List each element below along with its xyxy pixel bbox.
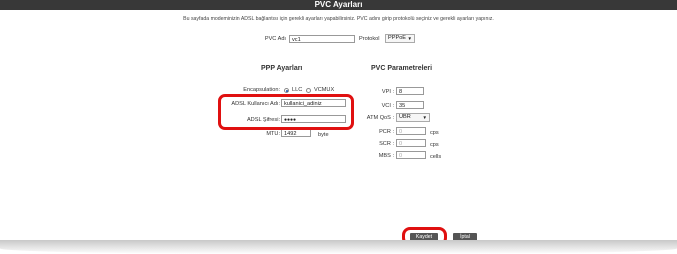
pcr-input[interactable]: 0 [396, 127, 426, 135]
vcmux-radio[interactable] [306, 88, 311, 93]
scr-label: SCR : [379, 141, 394, 147]
protocol-select[interactable]: PPPoE ▼ [385, 34, 415, 43]
pvc-name-label: PVC Adı [264, 36, 286, 42]
protocol-label: Protokol [359, 36, 380, 42]
pvc-parameters-heading: PVC Parametreleri [371, 65, 433, 72]
llc-radio[interactable] [284, 88, 289, 93]
encapsulation-label: Encapsulation: [243, 87, 280, 93]
vpi-input[interactable]: 8 [396, 87, 424, 95]
mtu-unit: byte [318, 132, 329, 138]
pcr-unit: cps [430, 130, 439, 136]
scr-input[interactable]: 0 [396, 139, 426, 147]
ppp-settings-heading: PPP Ayarları [261, 65, 303, 72]
vpi-label: VPI : [381, 89, 394, 95]
mbs-input[interactable]: 0 [396, 151, 426, 159]
mbs-unit: cells [430, 154, 442, 160]
atm-qos-label: ATM QoS : [366, 115, 394, 121]
atm-qos-selected-value: UBR [399, 114, 411, 120]
pcr-label: PCR : [379, 129, 394, 135]
vci-input[interactable]: 35 [396, 101, 424, 109]
protocol-selected-value: PPPoE [388, 35, 407, 41]
vci-label: VCI : [381, 103, 394, 109]
atm-qos-select[interactable]: UBR ▼ [396, 113, 430, 122]
chevron-down-icon: ▼ [422, 115, 427, 120]
panel-shadow [0, 240, 677, 254]
settings-panel: PVC Ayarları Bu sayfada modeminizin ADSL… [0, 0, 677, 248]
credentials-highlight [218, 94, 354, 130]
llc-radio-label: LLC [292, 87, 303, 93]
vcmux-radio-label: VCMUX [314, 87, 335, 93]
chevron-down-icon: ▼ [407, 36, 412, 41]
scr-unit: cps [430, 142, 439, 148]
mtu-label: MTU: [266, 131, 280, 137]
page-title: PVC Ayarları [0, 0, 677, 10]
pvc-name-input[interactable]: vc1 [289, 35, 355, 43]
mtu-input[interactable]: 1492 [281, 129, 311, 137]
info-text: Bu sayfada modeminizin ADSL bağlantısı i… [183, 16, 494, 22]
mbs-label: MBS : [378, 153, 394, 159]
